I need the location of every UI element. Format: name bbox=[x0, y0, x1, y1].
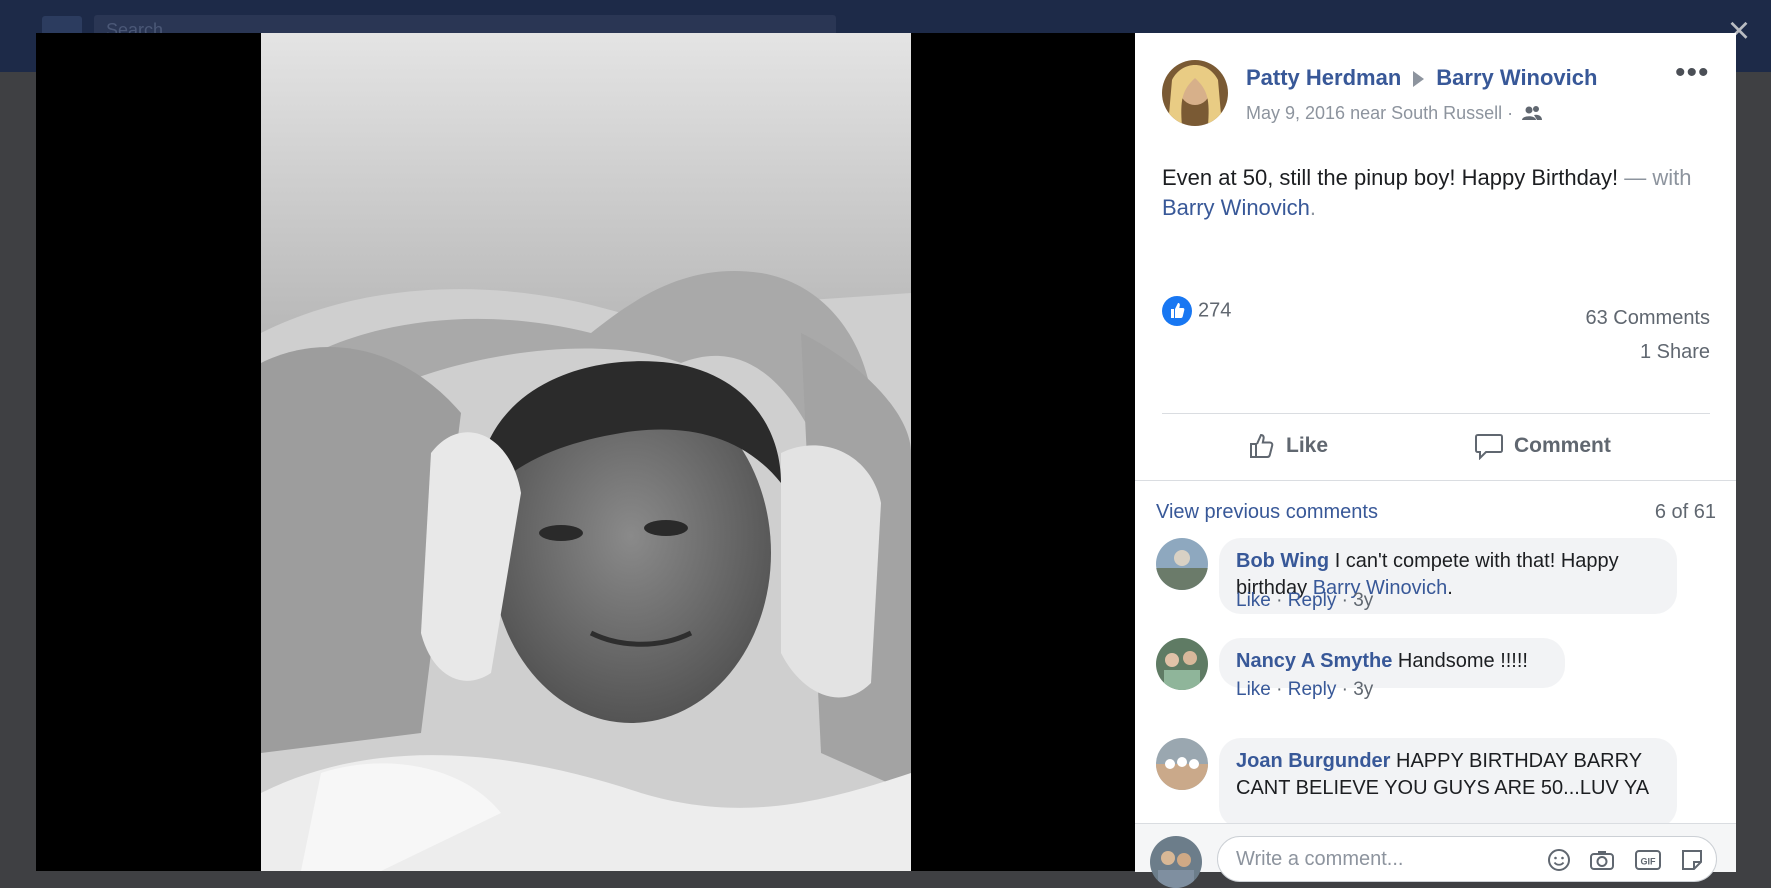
view-previous-comments-link[interactable]: View previous comments bbox=[1156, 501, 1378, 524]
svg-text:GIF: GIF bbox=[1640, 857, 1656, 867]
comment-item: Joan Burgunder HAPPY BIRTHDAY BARRY CANT… bbox=[1156, 738, 1716, 823]
comment-author-link[interactable]: Nancy A Smythe bbox=[1236, 650, 1392, 672]
post-actions: Like Comment bbox=[1162, 414, 1710, 478]
like-count: 274 bbox=[1198, 299, 1232, 322]
like-count-summary[interactable]: 274 bbox=[1162, 296, 1231, 326]
post-text: Even at 50, still the pinup boy! Happy B… bbox=[1162, 163, 1702, 223]
current-user-avatar bbox=[1150, 836, 1202, 888]
commenter-avatar[interactable] bbox=[1156, 738, 1208, 790]
comment-reply-link[interactable]: Reply bbox=[1288, 590, 1337, 611]
comment-author-link[interactable]: Bob Wing bbox=[1236, 550, 1329, 572]
separator: · bbox=[1341, 590, 1348, 611]
comment-reply-link[interactable]: Reply bbox=[1288, 679, 1337, 700]
author-name-link[interactable]: Patty Herdman bbox=[1246, 65, 1401, 90]
like-button-label: Like bbox=[1286, 434, 1329, 457]
post-meta: May 9, 2016 near South Russell · bbox=[1246, 103, 1543, 126]
comment-like-link[interactable]: Like bbox=[1236, 679, 1271, 700]
post-with-prefix: — with bbox=[1618, 165, 1692, 190]
like-button[interactable]: Like bbox=[1248, 414, 1328, 478]
sticker-icon[interactable] bbox=[1680, 848, 1704, 872]
comment-actions: Like · Reply · 3y bbox=[1236, 679, 1373, 701]
comment-input-placeholder: Write a comment... bbox=[1236, 848, 1404, 870]
friends-audience-icon[interactable] bbox=[1522, 105, 1543, 126]
separator: · bbox=[1276, 590, 1283, 611]
post-text-end: . bbox=[1309, 195, 1317, 220]
comment-bubble: Joan Burgunder HAPPY BIRTHDAY BARRY CANT… bbox=[1219, 738, 1677, 823]
commenter-avatar[interactable] bbox=[1156, 638, 1208, 690]
comment-item: Bob Wing I can't compete with that! Happ… bbox=[1156, 538, 1716, 638]
author-avatar[interactable] bbox=[1162, 60, 1228, 126]
comment-input[interactable]: Write a comment... GIF bbox=[1217, 836, 1717, 882]
commenter-avatar[interactable] bbox=[1156, 538, 1208, 590]
separator: · bbox=[1276, 679, 1283, 700]
camera-icon[interactable] bbox=[1589, 848, 1615, 872]
composer-icons: GIF bbox=[1533, 848, 1704, 872]
post-text-main: Even at 50, still the pinup boy! Happy B… bbox=[1162, 165, 1619, 190]
emoji-icon[interactable] bbox=[1547, 848, 1571, 872]
engagement-counts: 63 Comments 1 Share bbox=[1586, 301, 1711, 369]
speech-bubble-icon bbox=[1475, 434, 1503, 461]
comment-text: Handsome !!!!! bbox=[1397, 650, 1528, 672]
comments-page-count: 6 of 61 bbox=[1654, 501, 1716, 523]
comment-actions: Like · Reply · 3y bbox=[1236, 590, 1373, 612]
more-options-icon[interactable]: ••• bbox=[1675, 58, 1710, 88]
separator: · bbox=[1341, 679, 1348, 700]
comment-text-end: . bbox=[1447, 577, 1453, 599]
post-with-name-link[interactable]: Barry Winovich bbox=[1162, 195, 1310, 220]
post-sidebar: Patty Herdman Barry Winovich May 9, 2016 … bbox=[1135, 33, 1736, 888]
comment-composer: Write a comment... GIF bbox=[1135, 823, 1736, 888]
triangle-right-icon bbox=[1413, 71, 1425, 88]
divider bbox=[1135, 480, 1736, 481]
recipient-name-link[interactable]: Barry Winovich bbox=[1436, 65, 1597, 90]
gif-icon[interactable]: GIF bbox=[1634, 848, 1662, 872]
comments-count-link[interactable]: 63 Comments bbox=[1586, 301, 1711, 335]
like-reaction-icon bbox=[1162, 296, 1192, 326]
comment-like-link[interactable]: Like bbox=[1236, 590, 1271, 611]
comment-button[interactable]: Comment bbox=[1474, 414, 1611, 478]
post-date-location[interactable]: May 9, 2016 near South Russell · bbox=[1246, 103, 1513, 123]
thumbs-up-icon bbox=[1250, 434, 1274, 459]
comment-author-link[interactable]: Joan Burgunder bbox=[1236, 750, 1390, 772]
comment-time[interactable]: 3y bbox=[1353, 679, 1373, 700]
comment-button-label: Comment bbox=[1514, 434, 1611, 457]
photo-viewer bbox=[36, 33, 1135, 871]
shares-count-link[interactable]: 1 Share bbox=[1586, 335, 1710, 369]
comment-time[interactable]: 3y bbox=[1353, 590, 1373, 611]
post-photo[interactable] bbox=[261, 33, 911, 871]
post-header-names: Patty Herdman Barry Winovich bbox=[1246, 65, 1597, 91]
